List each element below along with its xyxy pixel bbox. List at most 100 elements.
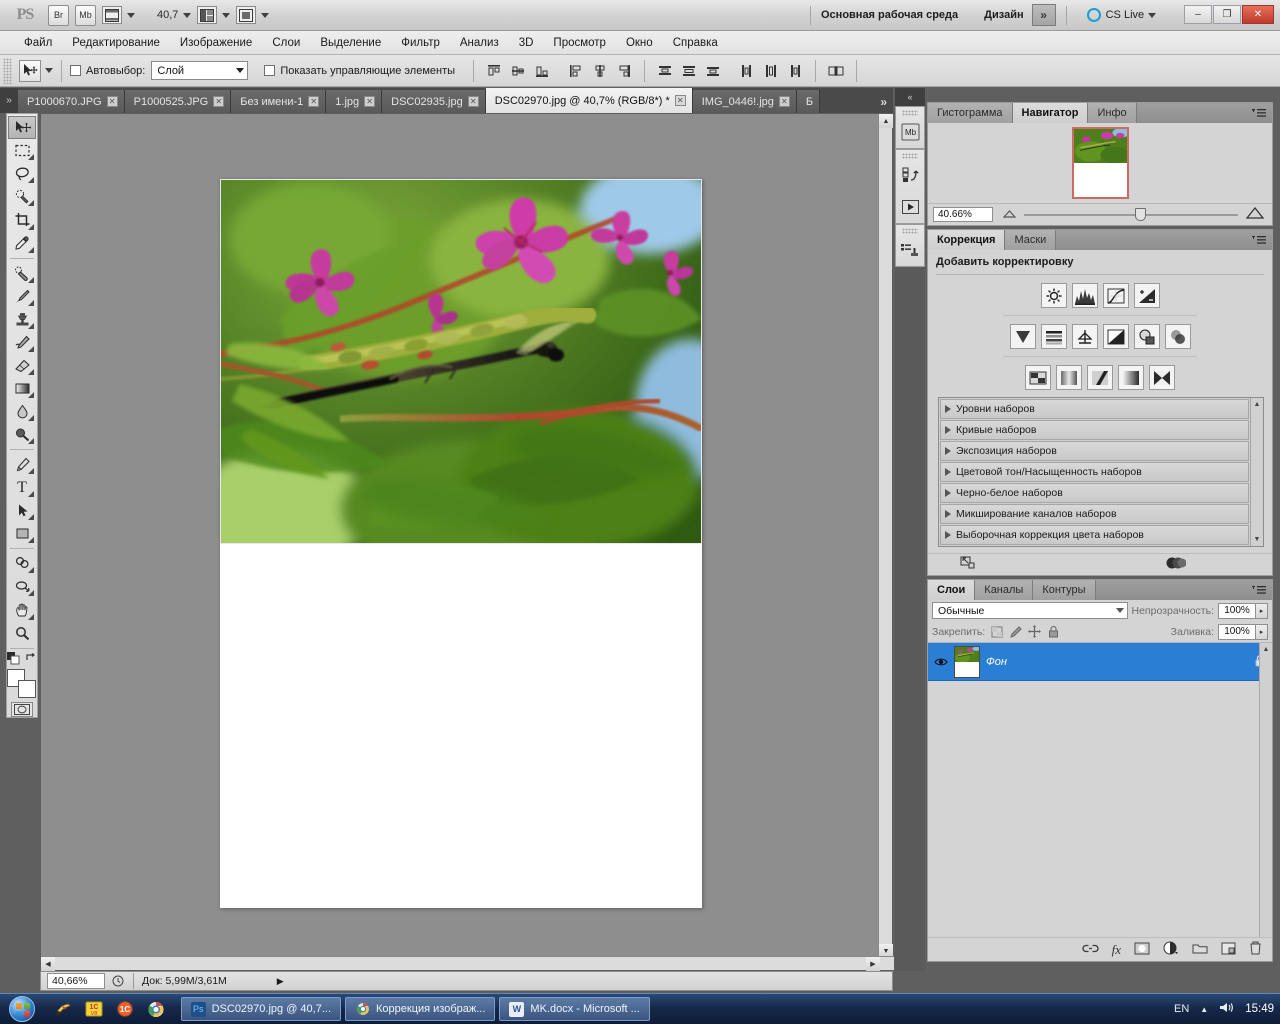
layer-mask-icon[interactable] [1134, 942, 1150, 958]
tool-quick-selection[interactable] [8, 185, 36, 208]
document-tab-dsc02935[interactable]: DSC02935.jpg ✕ [382, 90, 486, 113]
scroll-up-arrow-icon[interactable]: ▲ [1251, 398, 1263, 411]
close-icon[interactable]: ✕ [213, 96, 225, 107]
zoom-in-icon[interactable] [1245, 206, 1265, 222]
new-group-icon[interactable] [1192, 942, 1208, 957]
taskbar-item-word[interactable]: W MK.docx - Microsoft ... [499, 997, 650, 1021]
autoselect-checkbox[interactable] [70, 65, 81, 76]
slider-knob[interactable] [1135, 208, 1147, 221]
history-icon[interactable] [896, 159, 924, 191]
default-colors-icon[interactable] [7, 651, 20, 665]
show-hidden-icons-icon[interactable]: ▲ [1200, 1005, 1208, 1014]
tool-path-selection[interactable] [8, 499, 36, 522]
align-horizontal-centers-button[interactable] [589, 60, 611, 82]
distribute-bottom-edges-button[interactable] [702, 60, 724, 82]
fill-stepper-icon[interactable]: ▸ [1256, 623, 1268, 640]
distribute-vertical-centers-button[interactable] [678, 60, 700, 82]
taskbar-item-photoshop[interactable]: Ps DSC02970.jpg @ 40,7... [181, 997, 341, 1021]
tool-clone-stamp[interactable] [8, 308, 36, 331]
menu-item-edit[interactable]: Редактирование [62, 34, 170, 52]
layer-thumbnail[interactable] [954, 645, 980, 678]
delete-layer-icon[interactable] [1249, 941, 1262, 958]
status-zoom-field[interactable]: 40,66% [47, 973, 105, 989]
align-vertical-centers-button[interactable] [507, 60, 529, 82]
scroll-up-arrow-icon[interactable]: ▲ [879, 114, 893, 128]
tab-adjustments[interactable]: Коррекция [928, 230, 1006, 250]
align-left-edges-button[interactable] [565, 60, 587, 82]
panel-menu-icon[interactable] [1252, 230, 1272, 250]
language-indicator[interactable]: EN [1174, 1003, 1189, 1015]
layer-row-background[interactable]: Фон [928, 643, 1272, 681]
invert-icon[interactable] [1025, 365, 1051, 390]
tool-hand[interactable] [8, 598, 36, 621]
curves-icon[interactable] [1102, 283, 1129, 308]
menu-item-window[interactable]: Окно [616, 34, 663, 52]
close-icon[interactable]: ✕ [106, 96, 118, 107]
tool-3d-object-rotate[interactable] [8, 552, 36, 575]
navigator-preview[interactable] [928, 123, 1272, 203]
timing-icon[interactable] [111, 974, 125, 988]
distribute-top-edges-button[interactable] [654, 60, 676, 82]
document-tab-p1000670[interactable]: P1000670.JPG ✕ [18, 90, 125, 113]
tool-rectangular-marquee[interactable] [8, 139, 36, 162]
distribute-left-edges-button[interactable] [736, 60, 758, 82]
color-balance-icon[interactable] [1071, 324, 1098, 349]
tool-spot-healing-brush[interactable] [8, 262, 36, 285]
black-white-icon[interactable] [1102, 324, 1129, 349]
tab-overflow-icon[interactable]: » [880, 95, 893, 113]
exposure-icon[interactable] [1133, 283, 1160, 308]
channel-mixer-icon[interactable] [1164, 324, 1191, 349]
menu-item-file[interactable]: Файл [14, 34, 62, 52]
close-icon[interactable]: ✕ [467, 96, 479, 107]
tool-eyedropper[interactable] [8, 232, 36, 255]
navigator-zoom-field[interactable]: 40.66% [933, 207, 993, 222]
document-tab-dsc02970[interactable]: DSC02970.jpg @ 40,7% (RGB/8*) * ✕ [485, 88, 693, 113]
tool-blur[interactable] [8, 400, 36, 423]
volume-icon[interactable] [1219, 1001, 1234, 1017]
tab-info[interactable]: Инфо [1088, 103, 1137, 123]
close-icon[interactable]: ✕ [674, 95, 686, 106]
levels-icon[interactable] [1071, 283, 1098, 308]
new-adjustment-layer-icon[interactable] [1163, 941, 1179, 958]
tab-masks[interactable]: Маски [1005, 230, 1057, 250]
tool-rectangle-shape[interactable] [8, 522, 36, 545]
tool-pen[interactable] [8, 453, 36, 476]
document-tab-p1000525[interactable]: P1000525.JPG ✕ [124, 90, 232, 113]
tool-zoom[interactable] [8, 622, 36, 645]
tab-bar-expand-icon[interactable]: » [0, 88, 18, 113]
dock-collapse-button[interactable]: « [895, 88, 925, 106]
restore-button[interactable]: ❐ [1213, 5, 1241, 24]
navigator-zoom-slider[interactable] [1024, 207, 1238, 223]
gradient-map-icon[interactable] [1118, 365, 1144, 390]
launch-mini-bridge-button[interactable]: Mb [75, 4, 96, 26]
new-layer-icon[interactable] [1221, 942, 1236, 958]
view-extras-menu[interactable] [102, 6, 135, 24]
canvas-horizontal-scrollbar[interactable]: ◀ ▶ [41, 956, 894, 971]
options-bar-grip[interactable] [3, 57, 12, 84]
scroll-left-arrow-icon[interactable]: ◀ [41, 957, 55, 971]
preset-hue-saturation[interactable]: Цветовой тон/Насыщенность наборов [940, 462, 1249, 482]
scroll-up-arrow-icon[interactable]: ▲ [1260, 643, 1272, 656]
tool-presets-icon[interactable] [896, 234, 924, 266]
minimize-button[interactable]: – [1184, 5, 1212, 24]
screen-mode-menu[interactable] [236, 6, 270, 24]
scroll-down-arrow-icon[interactable]: ▼ [1251, 533, 1263, 546]
lock-image-icon[interactable] [1008, 624, 1023, 639]
launch-bridge-button[interactable]: Br [48, 4, 69, 26]
layer-name[interactable]: Фон [986, 656, 1007, 668]
menu-item-view[interactable]: Просмотр [543, 34, 616, 52]
background-color-swatch[interactable] [18, 679, 36, 698]
autoselect-target-select[interactable]: Слой [151, 61, 249, 80]
preset-black-white[interactable]: Черно-белое наборов [940, 483, 1249, 503]
tab-navigator[interactable]: Навигатор [1012, 103, 1089, 123]
preset-exposure[interactable]: Экспозиция наборов [940, 441, 1249, 461]
document-tab-b[interactable]: Б [796, 90, 821, 113]
auto-align-layers-button[interactable] [825, 60, 847, 82]
panel-menu-icon[interactable] [1252, 103, 1272, 123]
chrome-icon[interactable] [147, 1000, 165, 1018]
swap-colors-icon[interactable] [25, 652, 37, 664]
posterize-icon[interactable] [1056, 365, 1082, 390]
layers-list[interactable]: Фон ▲ [928, 642, 1272, 937]
tool-horizontal-type[interactable]: T [8, 476, 36, 499]
layers-scrollbar[interactable]: ▲ [1259, 643, 1272, 937]
